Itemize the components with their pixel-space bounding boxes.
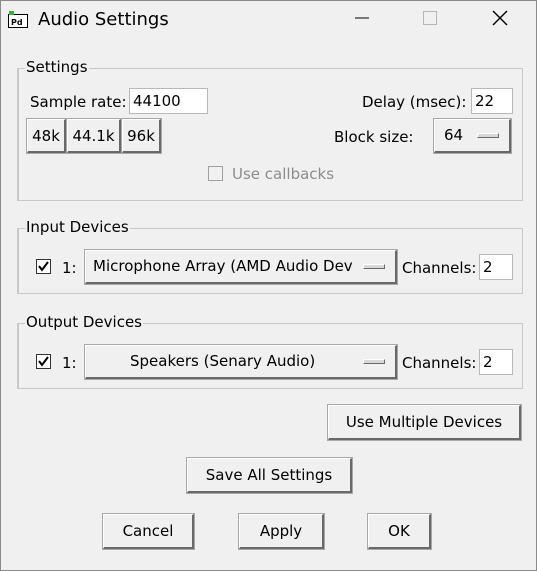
output-channels-label: Channels: [402, 354, 477, 372]
input-device-value: Microphone Array (AMD Audio Dev [93, 257, 353, 275]
maximize-icon [423, 11, 437, 29]
save-all-settings-button[interactable]: Save All Settings [186, 457, 353, 494]
audio-settings-window: Pd Audio Settings Settings Sample rate: … [0, 0, 537, 571]
input-device-checkbox[interactable] [36, 259, 51, 274]
delay-input[interactable]: 22 [471, 88, 513, 114]
sample-rate-label: Sample rate: [30, 93, 127, 111]
output-device-index: 1: [62, 354, 77, 372]
input-device-menu[interactable]: Microphone Array (AMD Audio Dev [84, 249, 398, 285]
svg-text:Pd: Pd [11, 18, 23, 27]
pd-app-icon: Pd [8, 11, 30, 29]
ok-button[interactable]: OK [367, 513, 432, 550]
rate-96k-button[interactable]: 96k [121, 118, 162, 154]
block-size-label: Block size: [334, 128, 414, 146]
close-icon [492, 10, 508, 30]
input-device-index: 1: [62, 259, 77, 277]
output-device-checkbox[interactable] [36, 354, 51, 369]
block-size-value: 64 [444, 126, 464, 144]
checkmark-icon [38, 356, 49, 367]
minimize-icon [355, 11, 369, 29]
rate-44-1k-button[interactable]: 44.1k [66, 118, 122, 154]
rate-48k-button[interactable]: 48k [26, 118, 67, 154]
use-multiple-devices-button[interactable]: Use Multiple Devices [327, 404, 522, 441]
input-channels-input[interactable]: 2 [479, 254, 513, 280]
window-title: Audio Settings [38, 9, 169, 30]
use-callbacks-label: Use callbacks [232, 165, 335, 183]
option-menu-indicator-icon [363, 359, 385, 364]
settings-group-label: Settings [25, 58, 89, 76]
title-bar[interactable]: Pd Audio Settings [1, 1, 536, 39]
sample-rate-input[interactable]: 44100 [129, 88, 208, 114]
apply-button[interactable]: Apply [238, 513, 325, 550]
minimize-button[interactable] [339, 1, 385, 39]
output-device-menu[interactable]: Speakers (Senary Audio) [84, 344, 398, 380]
option-menu-indicator-icon [363, 264, 385, 269]
close-button[interactable] [477, 1, 523, 39]
input-channels-label: Channels: [402, 259, 477, 277]
maximize-button[interactable] [407, 1, 453, 39]
use-callbacks-checkbox[interactable] [208, 166, 223, 181]
delay-label: Delay (msec): [362, 93, 467, 111]
output-device-value: Speakers (Senary Audio) [130, 352, 316, 370]
output-channels-input[interactable]: 2 [479, 349, 513, 375]
cancel-button[interactable]: Cancel [102, 513, 195, 550]
checkmark-icon [38, 261, 49, 272]
option-menu-indicator-icon [477, 133, 499, 138]
block-size-menu[interactable]: 64 [433, 118, 512, 154]
output-devices-group-label: Output Devices [25, 313, 143, 331]
input-devices-group-label: Input Devices [25, 218, 130, 236]
